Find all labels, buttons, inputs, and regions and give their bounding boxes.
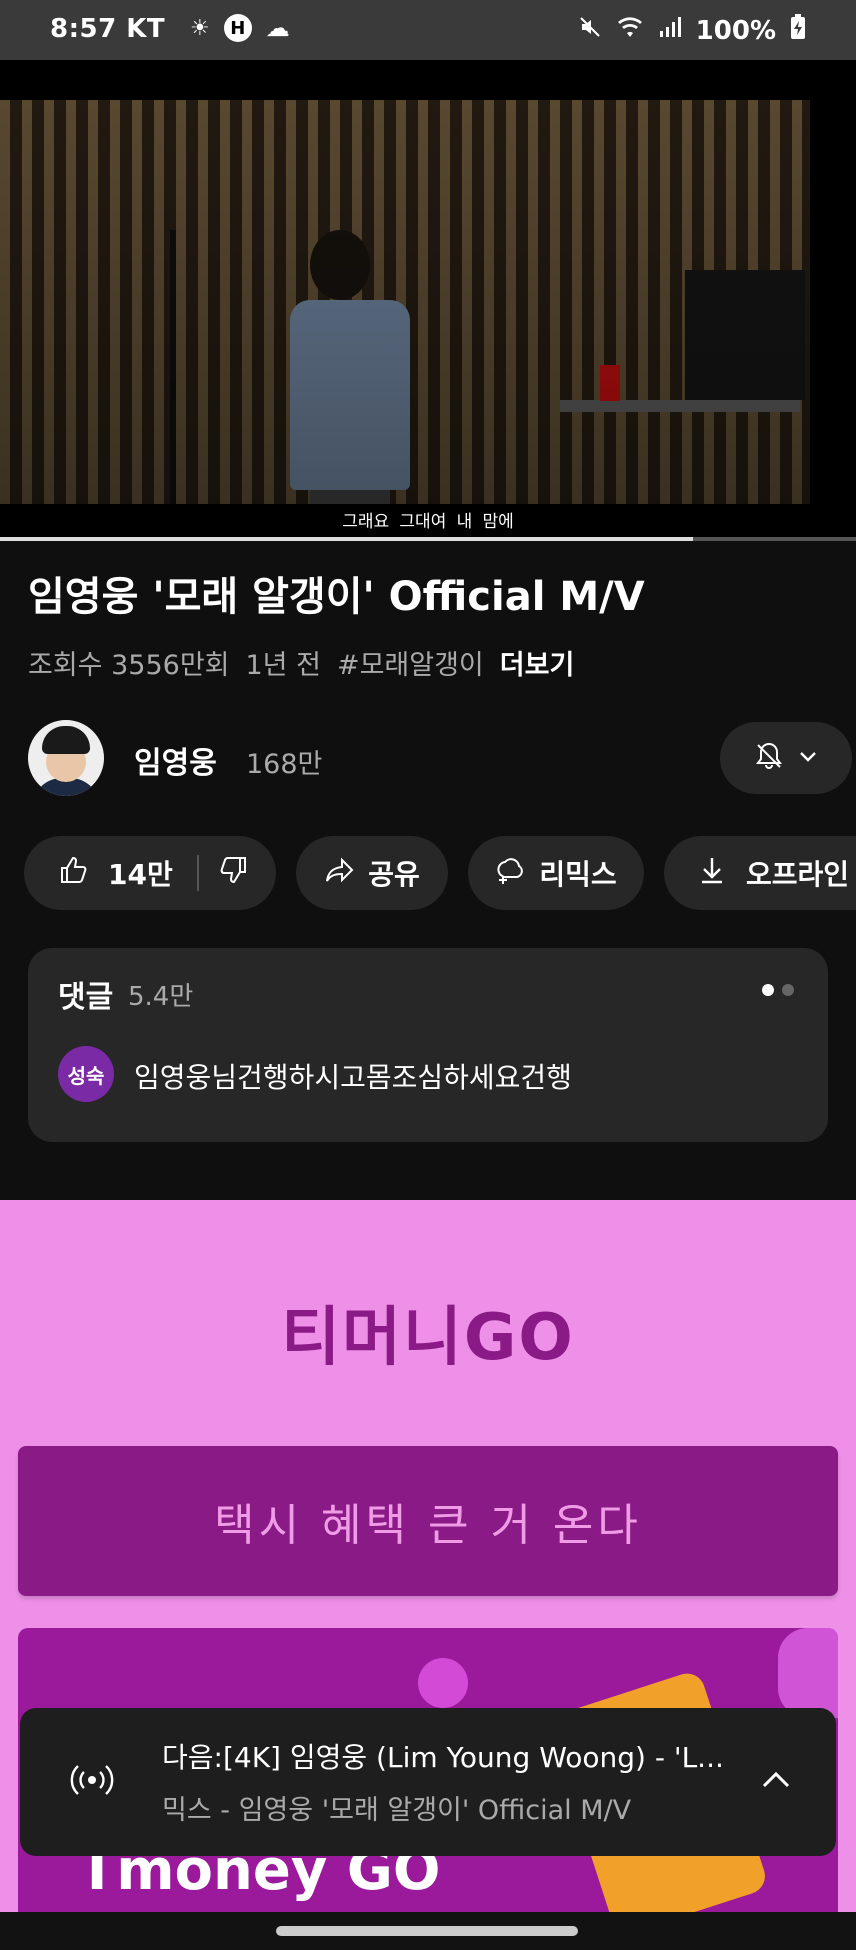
hashtag-link[interactable]: #모래알갱이 [337,643,484,682]
thumbs-down-icon [220,856,246,883]
video-progress-fill [0,537,694,541]
speaker [685,270,805,400]
up-next-title: 다음:[4K] 임영웅 (Lim Young Woong) - 'L... [162,1741,724,1774]
battery-charging-icon [790,14,806,47]
bell-off-icon [753,740,785,776]
cloud-icon: ☁ [265,14,290,42]
notification-bell-button[interactable] [720,722,852,794]
comments-preview[interactable]: 댓글 5.4만 성숙 임영웅님건행하시고몸조심하세요건행 [28,948,828,1142]
upload-age: 1년 전 [245,650,321,681]
studio-table [560,400,800,412]
commenter-avatar: 성숙 [58,1046,114,1102]
video-title[interactable]: 임영웅 '모래 알갱이' Official M/V [28,570,828,624]
carousel-dots [762,984,794,996]
view-count: 조회수 3556만회 [28,650,230,681]
status-time: 8:57 KT [50,14,166,44]
ad-brand-logo: 티머니GO [281,1301,575,1375]
signal-icon [658,15,682,46]
video-caption: 그래요 그대여 내 맘에 [342,512,514,532]
dislike-button[interactable] [217,854,249,893]
share-label: 공유 [368,858,420,891]
download-icon [696,854,728,893]
comment-text: 임영웅님건행하시고몸조심하세요건행 [134,1061,572,1094]
wifi-icon [616,15,644,46]
like-button[interactable]: 14만 [24,853,173,893]
subscriber-count: 168만 [246,749,323,780]
offline-label: 오프라인 [746,858,850,891]
thumbs-up-icon [58,854,90,893]
up-next-bar[interactable]: 다음:[4K] 임영웅 (Lim Young Woong) - 'L... 믹스… [20,1708,836,1856]
ad-cta-button[interactable]: 택시 혜택 큰 거 온다 [18,1446,838,1596]
h-badge-icon: H [223,14,252,42]
video-frame [0,100,810,540]
remix-label: 리믹스 [539,858,617,891]
video-progress-bar[interactable] [0,537,856,541]
channel-avatar[interactable] [28,720,104,796]
more-link[interactable]: 더보기 [500,643,575,682]
video-player[interactable]: 그래요 그대여 내 맘에 [0,60,856,540]
red-cup [600,365,620,401]
radio-broadcast-icon [66,1754,118,1806]
chevron-up-icon[interactable] [756,1760,796,1800]
remix-icon [495,854,527,893]
comments-count: 5.4만 [128,982,194,1012]
weather-icon: ☀ [190,15,210,41]
status-bar: 8:57 KT ☀ H ☁ 100% [0,0,856,60]
singer-figure [290,230,410,540]
share-button[interactable]: 공유 [296,836,448,910]
offline-download-button[interactable]: 오프라인 [664,836,856,910]
channel-name[interactable]: 임영웅 [134,738,217,782]
mute-icon [578,15,602,46]
chevron-down-icon [797,745,819,771]
up-next-playlist: 믹스 - 임영웅 '모래 알갱이' Official M/V [162,1795,632,1826]
remix-button[interactable]: 리믹스 [468,836,644,910]
battery-percent: 100% [695,15,776,46]
like-count: 14만 [108,858,173,891]
video-meta[interactable]: 조회수 3556만회 1년 전 #모래알갱이 더보기 [28,643,574,682]
channel-row: 임영웅 168만 [28,720,852,800]
home-gesture-handle[interactable] [276,1926,578,1936]
like-dislike-pill: 14만 [24,836,276,910]
mic-stand [170,230,176,540]
system-nav-bar [0,1912,856,1950]
comments-header: 댓글 [58,980,114,1015]
share-icon [324,854,356,893]
